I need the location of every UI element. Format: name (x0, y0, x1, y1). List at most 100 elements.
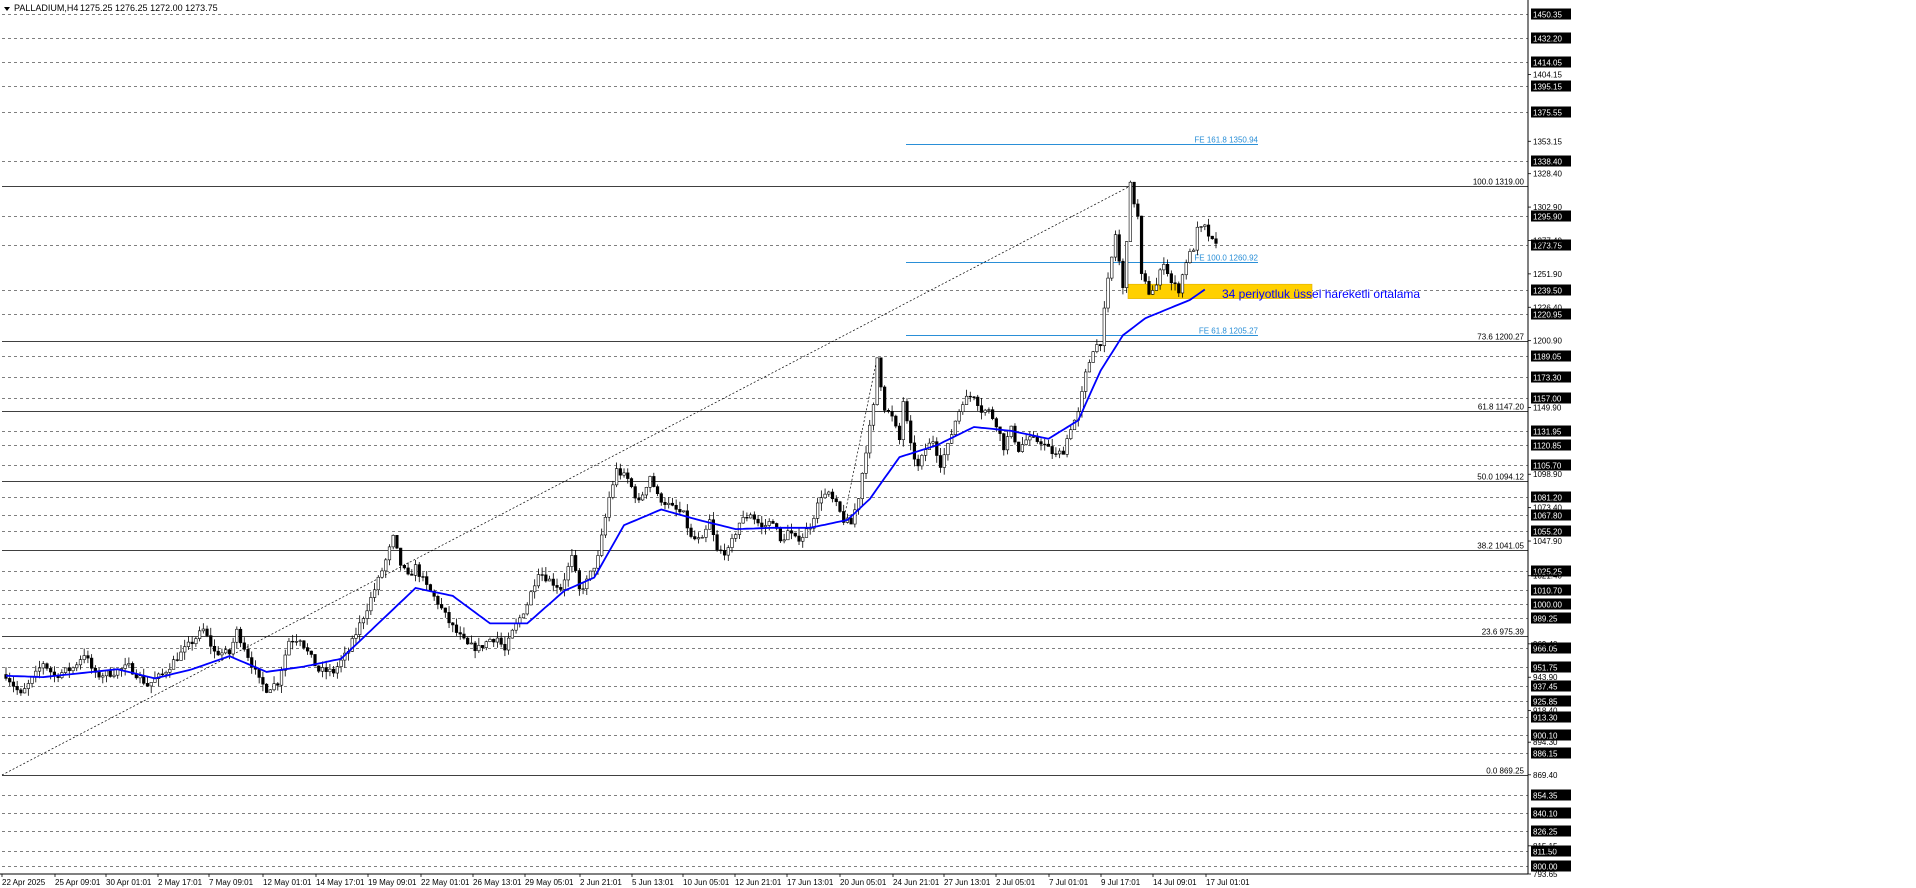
candle-body (328, 668, 332, 673)
candle-body (227, 649, 231, 655)
candle-body (399, 547, 403, 566)
candle-body (801, 537, 805, 542)
candle-body (607, 497, 611, 518)
candle-body (1087, 362, 1092, 373)
candle-body (23, 688, 27, 694)
candle (1106, 272, 1110, 313)
ema-annotation: 34 periyotluk üssel hareketli ortalama (1222, 287, 1420, 301)
candle-body (1002, 433, 1006, 451)
candle-body (719, 549, 723, 552)
candle-body (570, 555, 574, 567)
x-tick-label-9: 26 May 13:01 (473, 878, 522, 887)
x-tick-label-20: 7 Jul 01:01 (1049, 878, 1089, 887)
candle-body (439, 604, 444, 609)
fe-label-2: FE 61.8 1205.27 (1199, 327, 1259, 336)
fib-label-4: 38.2 1041.05 (1477, 542, 1524, 551)
candle-body (991, 409, 995, 419)
candle-body (11, 681, 16, 687)
x-tick-label-19: 2 Jul 05:01 (996, 878, 1036, 887)
candle-body (451, 622, 455, 626)
y-tick-label-10: 1073.40 (1533, 504, 1562, 513)
candle-body (670, 502, 675, 506)
candle-body (417, 564, 421, 577)
level-label-18: 1055.20 (1533, 528, 1562, 537)
candle (395, 535, 399, 550)
candle-body (678, 509, 682, 513)
level-label-0: 1450.35 (1533, 11, 1562, 20)
candle-body (629, 478, 634, 487)
candle-body (1095, 344, 1099, 352)
candle-body (1184, 262, 1188, 276)
candle-body (674, 504, 678, 510)
candle-body (789, 530, 794, 534)
level-label-12: 1157.00 (1533, 395, 1562, 404)
candle (879, 357, 883, 392)
y-tick-label-13: 969.40 (1533, 640, 1558, 649)
candle-body (823, 493, 827, 499)
candle-body (1039, 441, 1043, 445)
candle-body (1028, 436, 1032, 441)
x-tick-label-1: 25 Apr 09:01 (55, 878, 101, 887)
candle (391, 534, 395, 550)
candle-body (142, 675, 146, 684)
candle-body (49, 668, 53, 673)
x-tick-label-23: 17 Jul 01:01 (1206, 878, 1250, 887)
candle (953, 420, 957, 437)
x-tick-label-2: 30 Apr 01:01 (106, 878, 152, 887)
candle-body (510, 629, 514, 639)
candle-body (492, 638, 496, 643)
candle-body (726, 547, 730, 556)
price-chart[interactable]: 100.0 1319.00 73.6 1200.27 61.8 1147.20 50.… (0, 0, 1916, 888)
candle-body (454, 624, 459, 633)
candle-body (1054, 453, 1058, 455)
candle-body (905, 401, 909, 422)
level-label-16: 1081.20 (1533, 494, 1562, 503)
candle-body (194, 638, 198, 645)
candle-body (547, 578, 552, 582)
candle (1128, 180, 1132, 242)
candle (883, 385, 887, 414)
candle-body (760, 522, 764, 528)
candle-body (138, 675, 142, 679)
level-label-14: 1120.85 (1533, 442, 1562, 451)
candle-body (473, 642, 477, 652)
candle-body (551, 578, 555, 586)
candle-body (819, 497, 823, 504)
candle-body (693, 536, 697, 540)
x-tick-label-22: 14 Jul 09:01 (1153, 878, 1197, 887)
y-tick-label-4: 1277.40 (1533, 236, 1562, 245)
candle-body (190, 641, 194, 645)
candle-body (912, 442, 917, 460)
candle-body (920, 454, 924, 467)
level-label-29: 886.15 (1533, 750, 1558, 759)
candle-body (696, 537, 701, 540)
candle-body (413, 564, 418, 576)
candle-body (603, 516, 608, 536)
candle-body (864, 452, 868, 474)
candle-body (458, 632, 462, 635)
candle-body (771, 521, 775, 524)
y-tick-label-17: 869.40 (1533, 771, 1558, 780)
fib-label-1: 73.6 1200.27 (1477, 333, 1524, 342)
candle-body (1210, 235, 1214, 240)
candle-body (1180, 274, 1185, 294)
candle-body (503, 643, 507, 651)
candle (1117, 229, 1121, 266)
candle-body (123, 664, 127, 669)
candle-body (711, 519, 715, 535)
candle-body (521, 613, 526, 619)
candle-body (782, 539, 786, 542)
level-label-13: 1131.95 (1533, 428, 1562, 437)
candle-body (626, 472, 630, 479)
candle-body (1102, 307, 1106, 347)
x-tick-label-0: 22 Apr 2025 (2, 878, 46, 887)
candle-body (838, 501, 842, 512)
x-tick-label-16: 20 Jun 05:01 (840, 878, 887, 887)
fib-label-3: 50.0 1094.12 (1477, 473, 1524, 482)
candle-body (730, 538, 734, 548)
candle-body (272, 683, 276, 691)
y-tick-label-11: 1047.90 (1533, 537, 1562, 546)
x-tick-label-18: 27 Jun 13:01 (944, 878, 991, 887)
x-tick-label-5: 12 May 01:01 (263, 878, 312, 887)
candle-body (663, 501, 667, 505)
